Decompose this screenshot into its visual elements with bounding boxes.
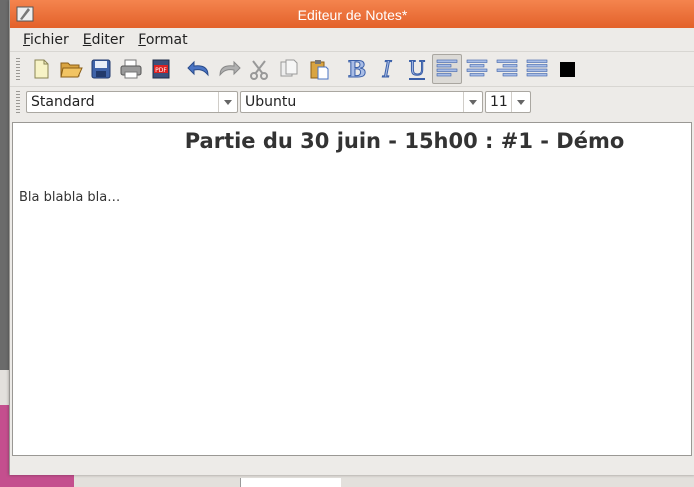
open-folder-icon (60, 62, 83, 78)
align-left-button[interactable] (432, 54, 462, 84)
paste-button[interactable] (304, 54, 334, 84)
copy-button[interactable] (274, 54, 304, 84)
text-color-button[interactable] (552, 54, 582, 84)
align-center-icon (466, 59, 488, 77)
editor-window: Editeur de Notes* Fichier Editer Format … (9, 0, 694, 475)
justify-button[interactable] (522, 54, 552, 84)
font-size-select[interactable]: 11 (485, 91, 531, 113)
window-title: Editeur de Notes* (297, 7, 408, 23)
title-bar[interactable]: Editeur de Notes* (10, 0, 694, 28)
justify-icon (526, 59, 548, 77)
save-icon (91, 59, 111, 79)
italic-icon: I (381, 58, 393, 82)
menu-bar: Fichier Editer Format (10, 28, 694, 51)
style-value: Standard (31, 94, 95, 110)
style-select[interactable]: Standard (26, 91, 238, 113)
redo-icon (219, 60, 241, 77)
bold-icon: B (347, 57, 367, 81)
copy-icon (280, 59, 298, 77)
background-window-strip (240, 478, 341, 487)
open-button[interactable] (56, 54, 86, 84)
bold-button[interactable]: B (342, 54, 372, 84)
cut-icon (250, 60, 268, 80)
document-body: Bla blabla bla… (19, 190, 121, 205)
svg-text:I: I (382, 58, 393, 81)
format-toolbar-grip[interactable] (16, 91, 20, 113)
chevron-down-icon (463, 92, 482, 112)
toolbar-grip[interactable] (16, 58, 20, 80)
italic-button[interactable]: I (372, 54, 402, 84)
menu-fichier[interactable]: Fichier (23, 32, 69, 48)
redo-button[interactable] (214, 54, 244, 84)
print-icon (120, 59, 142, 79)
align-right-icon (496, 59, 518, 77)
chevron-down-icon (218, 92, 237, 112)
underline-button[interactable]: U (402, 54, 432, 84)
font-size-value: 11 (490, 94, 508, 110)
align-left-icon (436, 59, 458, 77)
svg-text:U: U (409, 57, 426, 80)
chevron-down-icon (511, 92, 530, 112)
undo-icon (187, 60, 209, 77)
align-center-button[interactable] (462, 54, 492, 84)
print-button[interactable] (116, 54, 146, 84)
document-heading: Partie du 30 juin - 15h00 : #1 - Démo (184, 129, 625, 153)
format-toolbar: Standard Ubuntu 11 (10, 87, 694, 117)
align-right-button[interactable] (492, 54, 522, 84)
font-select[interactable]: Ubuntu (240, 91, 483, 113)
menu-format[interactable]: Format (138, 32, 187, 48)
save-button[interactable] (86, 54, 116, 84)
svg-text:PDF: PDF (155, 67, 167, 74)
paste-icon (310, 60, 329, 80)
new-document-icon (34, 59, 49, 79)
export-pdf-button[interactable]: PDF (146, 54, 176, 84)
underline-icon: U (408, 57, 426, 81)
text-color-icon (559, 61, 575, 77)
svg-text:B: B (348, 57, 367, 81)
document-editor[interactable]: Partie du 30 juin - 15h00 : #1 - Démo Bl… (12, 122, 692, 456)
menu-editer[interactable]: Editer (83, 32, 125, 48)
export-pdf-icon: PDF (152, 59, 170, 79)
font-value: Ubuntu (245, 94, 297, 110)
new-document-button[interactable] (26, 54, 56, 84)
undo-button[interactable] (184, 54, 214, 84)
main-toolbar: PDF B I U (10, 51, 694, 87)
cut-button[interactable] (244, 54, 274, 84)
